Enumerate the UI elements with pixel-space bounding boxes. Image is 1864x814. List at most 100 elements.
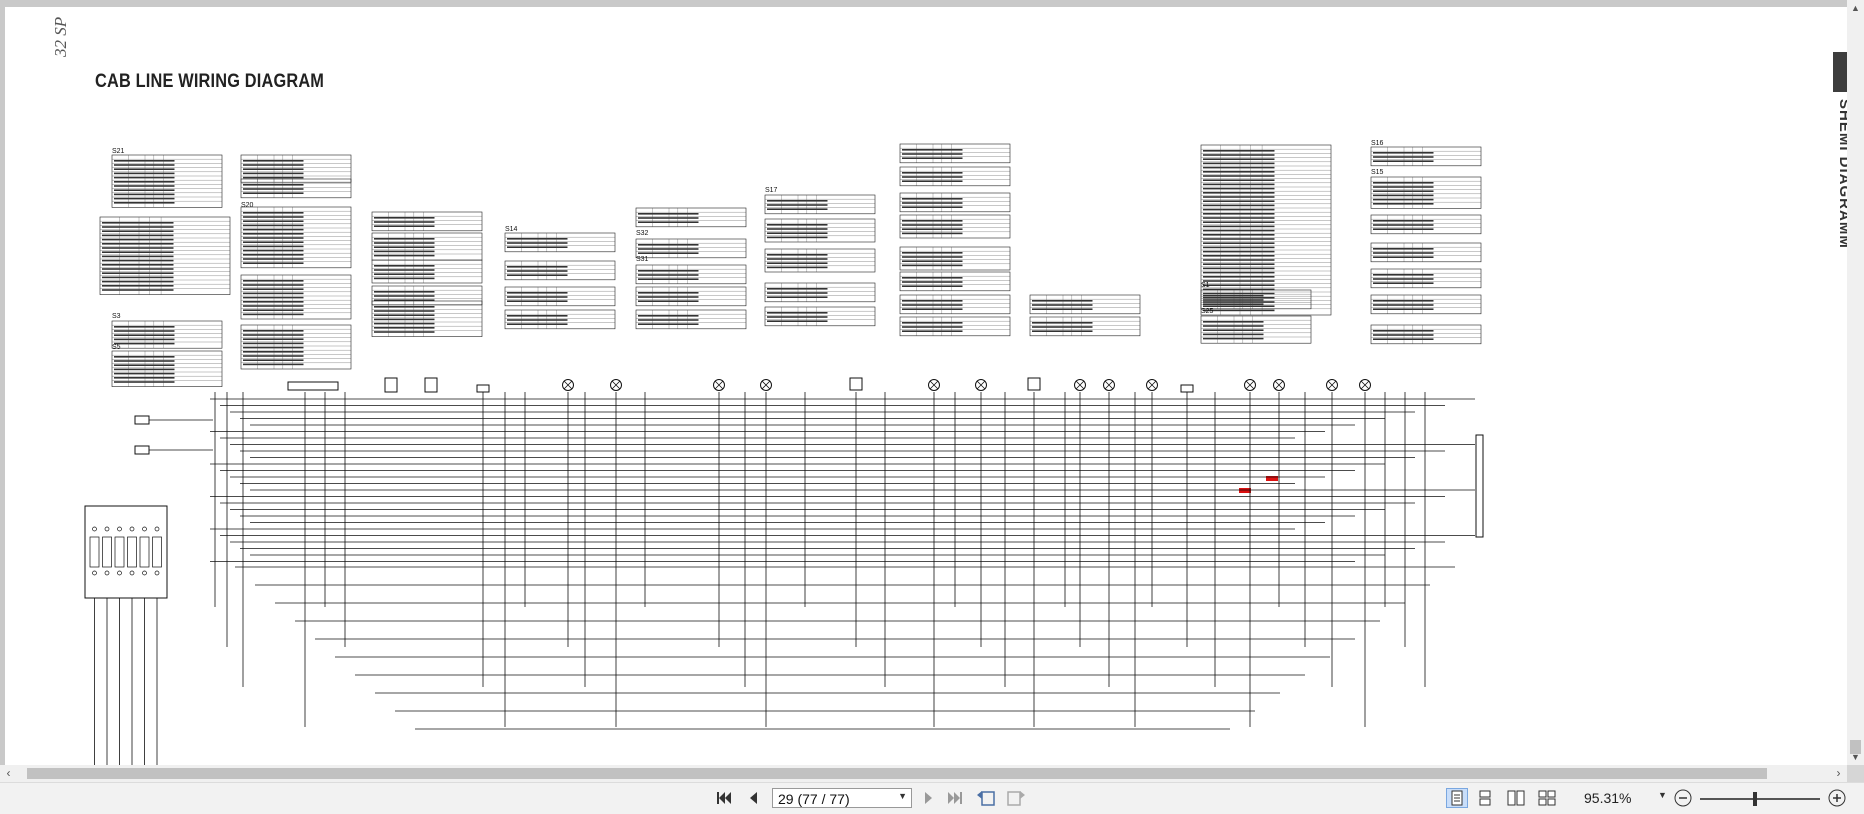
table-label-s14: S14	[505, 226, 518, 233]
table-text-line	[1203, 295, 1264, 297]
table-text-line	[1203, 175, 1275, 177]
zoom-level[interactable]: 95.31%	[1584, 790, 1631, 806]
continuous-facing-view-button[interactable]	[1536, 788, 1558, 808]
table-text-line	[507, 238, 568, 240]
table-text-line	[1203, 267, 1275, 270]
page-number-select[interactable]: 29 (77 / 77) ▼	[772, 788, 912, 808]
horizontal-scroll-thumb[interactable]	[27, 768, 1767, 779]
scroll-up-icon[interactable]: ▲	[1847, 0, 1864, 16]
table-text-line	[114, 197, 175, 200]
table-text-line	[1373, 274, 1434, 276]
scroll-left-icon[interactable]: ‹	[0, 765, 17, 782]
next-view-button[interactable]	[1005, 788, 1027, 808]
table-text-line	[1203, 208, 1275, 211]
zoom-slider-thumb[interactable]	[1753, 792, 1757, 806]
table-text-line	[902, 326, 963, 328]
table-text-line	[114, 160, 175, 162]
previous-page-icon	[750, 792, 757, 804]
facing-view-button[interactable]	[1505, 788, 1527, 808]
table-text-line	[1203, 154, 1275, 156]
table-text-line	[902, 228, 963, 230]
table-text-line	[243, 284, 304, 286]
table-text-line	[1032, 326, 1093, 328]
table-text-line	[1373, 152, 1434, 154]
table-text-line	[114, 172, 175, 175]
document-viewport[interactable]: 32 SP CAB LINE WIRING DIAGRAM SHEMI DIAG…	[0, 0, 1864, 765]
table-text-line	[1203, 187, 1275, 190]
table-text-line	[767, 316, 828, 318]
scroll-right-icon[interactable]: ›	[1830, 765, 1847, 782]
zoom-out-button[interactable]	[1673, 788, 1693, 808]
chevron-down-icon[interactable]: ▼	[1658, 790, 1667, 800]
fuse	[127, 536, 137, 568]
table-text-line	[767, 232, 828, 234]
table-text-line	[1203, 158, 1275, 160]
table-text-line	[1373, 203, 1434, 205]
table-text-line	[1373, 256, 1434, 258]
table-text-line	[767, 224, 828, 226]
single-page-view-button[interactable]	[1446, 788, 1468, 808]
fuse-terminal	[142, 570, 147, 576]
table-text-line	[1203, 299, 1264, 301]
table-text-line	[1032, 308, 1093, 310]
table-text-line	[902, 308, 963, 310]
table-text-line	[243, 245, 304, 248]
vertical-scrollbar[interactable]: ▲ ▼	[1847, 0, 1864, 765]
table-text-line	[102, 251, 174, 253]
table-text-line	[243, 330, 304, 332]
table-text-line	[374, 238, 435, 240]
table-text-line	[767, 236, 828, 239]
continuous-view-icon	[1479, 790, 1491, 806]
table-text-line	[1203, 166, 1275, 169]
table-text-line	[374, 322, 435, 325]
table-text-line	[507, 300, 568, 302]
table-text-line	[243, 254, 304, 256]
table-text-line	[1203, 171, 1275, 173]
table-text-line	[102, 222, 174, 224]
viewer-toolbar: 29 (77 / 77) ▼ 95.31% ▼	[0, 782, 1864, 814]
table-text-line	[243, 338, 304, 340]
table-text-line	[1373, 160, 1434, 162]
horizontal-scrollbar[interactable]: ‹ ›	[0, 765, 1847, 782]
table-text-line	[902, 224, 963, 226]
connector-tables	[99, 143, 1482, 387]
scroll-down-icon[interactable]: ▼	[1847, 749, 1864, 765]
table-label-s16: S16	[1371, 140, 1384, 147]
first-page-button[interactable]	[713, 788, 735, 808]
table-text-line	[902, 281, 963, 283]
switch-symbol	[384, 377, 398, 393]
table-text-line	[1373, 228, 1434, 230]
table-text-line	[243, 258, 304, 260]
table-text-line	[1373, 330, 1434, 332]
table-text-line	[114, 193, 175, 196]
fuse	[152, 536, 162, 568]
table-text-line	[243, 188, 304, 190]
table-text-line	[902, 176, 963, 178]
table-text-line	[102, 259, 174, 262]
table-text-line	[243, 292, 304, 295]
continuous-view-button[interactable]	[1474, 788, 1496, 808]
table-label-s20: S20	[241, 202, 254, 209]
table-label-s32: S32	[636, 230, 649, 237]
next-page-button[interactable]	[918, 788, 940, 808]
table-text-line	[102, 264, 174, 266]
table-text-line	[1203, 263, 1275, 265]
previous-view-button[interactable]	[975, 788, 997, 808]
table-text-line	[114, 368, 175, 371]
table-text-line	[1203, 259, 1275, 261]
last-page-icon	[948, 792, 962, 804]
table-text-line	[1373, 224, 1434, 226]
table-text-line	[902, 232, 963, 235]
last-page-button[interactable]	[944, 788, 966, 808]
table-label-s21: S21	[112, 148, 125, 155]
table-text-line	[1203, 309, 1275, 312]
connector-symbol	[1180, 384, 1194, 393]
table-text-line	[243, 184, 304, 186]
previous-page-button[interactable]	[742, 788, 764, 808]
zoom-in-button[interactable]	[1827, 788, 1847, 808]
table-text-line	[638, 319, 699, 321]
table-text-line	[1373, 190, 1434, 192]
zoom-slider[interactable]	[1700, 798, 1820, 800]
table-text-line	[902, 264, 963, 267]
table-text-line	[374, 250, 435, 253]
